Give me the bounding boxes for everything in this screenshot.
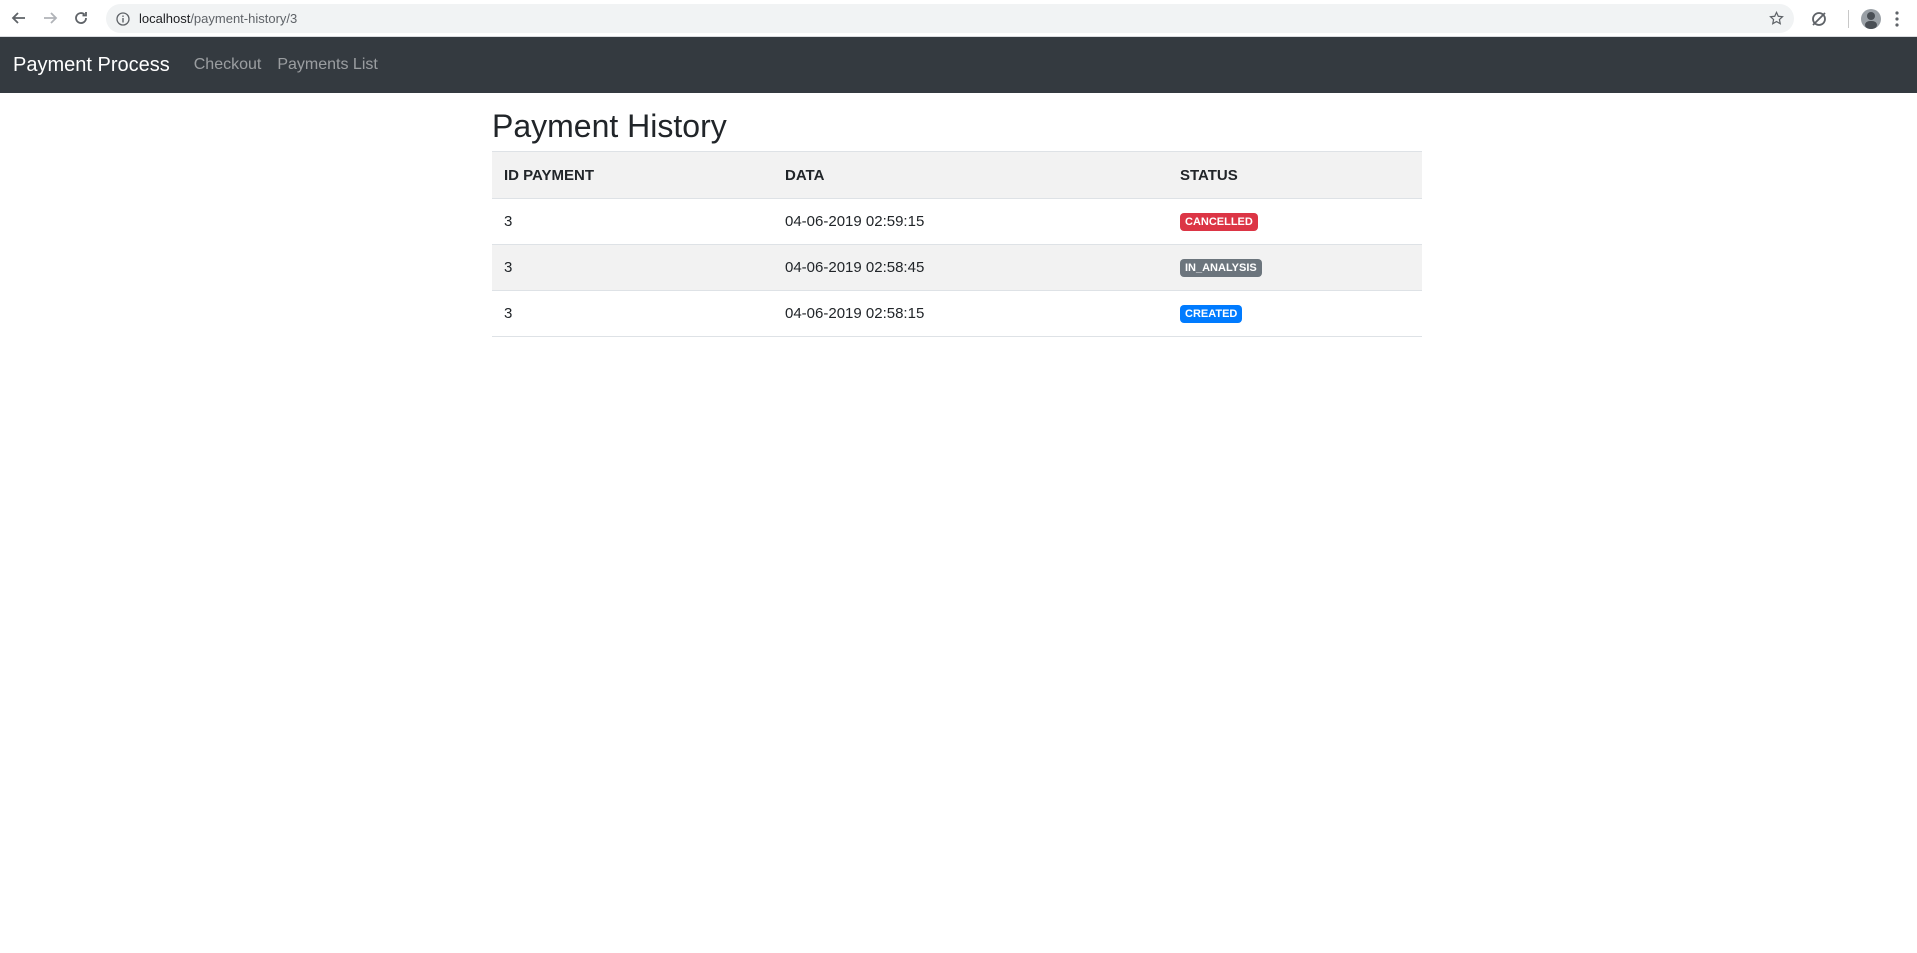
header-data: DATA — [773, 151, 1168, 199]
cell-date: 04-06-2019 02:58:45 — [773, 244, 1168, 291]
reload-icon[interactable] — [69, 6, 93, 30]
cell-status: IN_ANALYSIS — [1168, 244, 1422, 291]
table-row: 3 04-06-2019 02:58:15 CREATED — [492, 290, 1422, 337]
sync-off-icon[interactable] — [1810, 10, 1828, 28]
profile-avatar[interactable] — [1861, 8, 1881, 29]
cell-id: 3 — [492, 290, 773, 337]
url-host: localhost — [139, 11, 191, 26]
nav-link-checkout[interactable]: Checkout — [194, 56, 262, 74]
browser-toolbar: localhost/payment-history/3 — [0, 0, 1917, 37]
table-row: 3 04-06-2019 02:58:45 IN_ANALYSIS — [492, 244, 1422, 291]
url-text[interactable]: localhost/payment-history/3 — [139, 11, 297, 26]
back-icon[interactable] — [7, 6, 31, 30]
cell-status: CANCELLED — [1168, 198, 1422, 245]
info-icon[interactable] — [116, 11, 130, 26]
main-container: Payment History ID PAYMENT DATA STATUS 3… — [492, 107, 1422, 337]
toolbar-divider — [1848, 9, 1849, 28]
cell-id: 3 — [492, 198, 773, 245]
nav-link-payments-list[interactable]: Payments List — [277, 56, 377, 74]
address-bar[interactable]: localhost/payment-history/3 — [106, 4, 1794, 33]
cell-status: CREATED — [1168, 290, 1422, 337]
table-row: 3 04-06-2019 02:59:15 CANCELLED — [492, 198, 1422, 245]
forward-icon[interactable] — [38, 6, 62, 30]
table-header-row: ID PAYMENT DATA STATUS — [492, 151, 1422, 199]
header-status: STATUS — [1168, 151, 1422, 199]
cell-id: 3 — [492, 244, 773, 291]
navbar-brand[interactable]: Payment Process — [13, 54, 170, 77]
page-title: Payment History — [492, 108, 727, 144]
cell-date: 04-06-2019 02:59:15 — [773, 198, 1168, 245]
header-id-payment: ID PAYMENT — [492, 151, 773, 199]
bookmark-star-icon[interactable] — [1769, 11, 1784, 26]
url-path: /payment-history/3 — [190, 11, 298, 26]
status-badge: IN_ANALYSIS — [1180, 259, 1262, 277]
status-badge: CREATED — [1180, 305, 1243, 323]
payment-history-table: ID PAYMENT DATA STATUS 3 04-06-2019 02:5… — [492, 151, 1422, 337]
status-badge: CANCELLED — [1180, 213, 1258, 231]
cell-date: 04-06-2019 02:58:15 — [773, 290, 1168, 337]
app-navbar: Payment Process Checkout Payments List — [0, 37, 1917, 93]
kebab-menu-icon[interactable] — [1895, 10, 1899, 27]
